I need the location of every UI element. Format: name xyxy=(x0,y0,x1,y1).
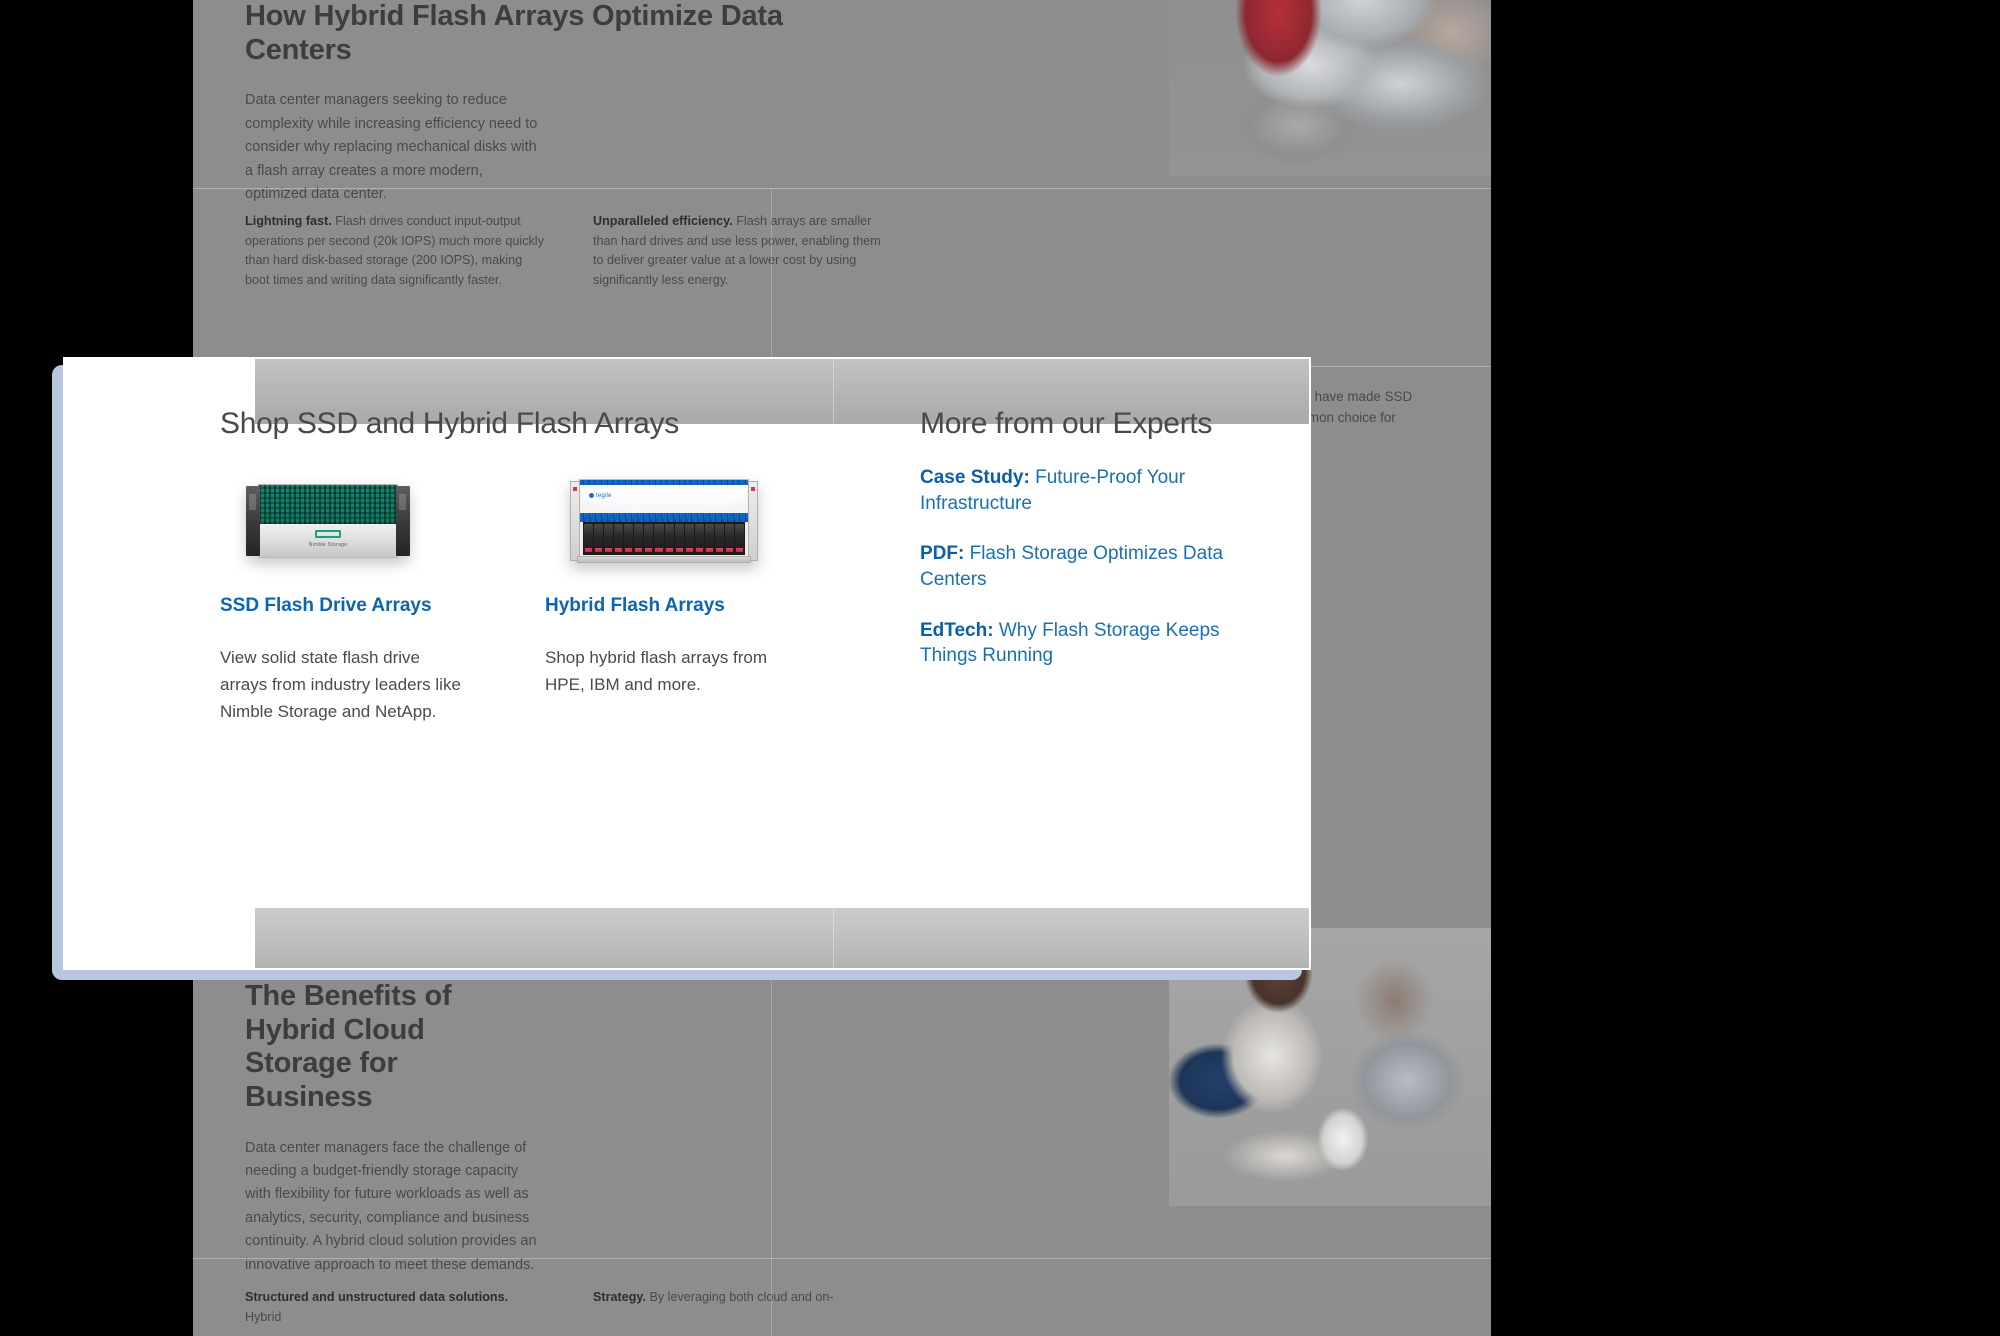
drive-bay xyxy=(584,524,594,553)
expert-link-pdf[interactable]: PDF: Flash Storage Optimizes Data Center… xyxy=(920,541,1265,592)
background-article-title-bottom: The Benefits of Hybrid Cloud Storage for… xyxy=(245,980,452,1113)
background-article-title-top: How Hybrid Flash Arrays Optimize Data Ce… xyxy=(245,0,783,66)
background-feature-columns-bottom: Structured and unstructured data solutio… xyxy=(245,1288,893,1327)
background-article-hero-bottom: The Benefits of Hybrid Cloud Storage for… xyxy=(193,980,913,1277)
drive-bay xyxy=(684,524,694,553)
status-led-icon xyxy=(573,487,577,491)
background-feature-col: Strategy. By leveraging both cloud and o… xyxy=(593,1288,893,1327)
screenshot-stage: How Hybrid Flash Arrays Optimize Data Ce… xyxy=(0,0,2000,1336)
drive-bay xyxy=(634,524,644,553)
drive-bay xyxy=(624,524,634,553)
people-with-laptops-photo xyxy=(1169,0,1491,176)
drive-bay xyxy=(704,524,714,553)
experts-section-heading: More from our Experts xyxy=(920,407,1213,440)
background-article-lede-bottom: Data center managers face the challenge … xyxy=(245,1139,537,1273)
background-feature-body: By leveraging both cloud and on- xyxy=(645,1290,834,1304)
product-image-wrap: Nimble Storage xyxy=(220,462,545,580)
chassis-mid-vent xyxy=(580,513,748,522)
background-feature-columns-top: Lightning fast. Flash drives conduct inp… xyxy=(245,212,893,291)
chassis-lower-face xyxy=(259,524,397,557)
status-led-icon xyxy=(751,487,755,491)
product-description-ssd: View solid state flash drive arrays from… xyxy=(220,647,461,722)
product-row: Nimble Storage SSD Flash Drive Arrays Vi… xyxy=(220,462,870,725)
device-brand-label: Nimble Storage xyxy=(308,542,348,548)
background-feature-col: Lightning fast. Flash drives conduct inp… xyxy=(245,212,545,291)
chassis-vent-grille xyxy=(259,485,397,524)
product-link-ssd-flash-drive-arrays[interactable]: SSD Flash Drive Arrays xyxy=(220,594,545,618)
background-divider-bottom xyxy=(193,1258,1491,1259)
hpe-badge-icon xyxy=(315,530,341,538)
drive-bay xyxy=(694,524,704,553)
drive-bay xyxy=(734,524,744,553)
background-article-lede-top: Data center managers seeking to reduce c… xyxy=(245,92,538,203)
background-article-photo-top xyxy=(1169,0,1491,176)
background-feature-body: Hybrid xyxy=(245,1309,282,1324)
product-description-hybrid: Shop hybrid flash arrays from HPE, IBM a… xyxy=(545,647,768,694)
chassis-rail-right xyxy=(748,481,758,561)
product-card-hybrid-flash-arrays[interactable]: tegile Hybrid Flash Arrays Shop hybrid f… xyxy=(545,462,870,725)
modal-content: Shop SSD and Hybrid Flash Arrays Nimble … xyxy=(65,359,1309,968)
drive-bay-group xyxy=(583,522,745,555)
drive-bay xyxy=(594,524,604,553)
nimble-storage-ssd-flash-array-image: Nimble Storage xyxy=(244,484,412,558)
background-feature-col: Unparalleled efficiency. Flash arrays ar… xyxy=(593,212,893,291)
expert-link-tag: PDF: xyxy=(920,543,965,565)
background-divider-top xyxy=(193,188,1491,189)
device-brand-label: tegile xyxy=(589,493,612,499)
drive-bay xyxy=(664,524,674,553)
drive-bay xyxy=(614,524,624,553)
expert-link-tag: EdTech: xyxy=(920,619,994,641)
product-card-ssd-flash-drive-arrays[interactable]: Nimble Storage SSD Flash Drive Arrays Vi… xyxy=(220,462,545,725)
background-feature-lead: Lightning fast. xyxy=(245,214,332,228)
background-feature-lead: Structured and unstructured data solutio… xyxy=(245,1290,509,1304)
shop-flash-arrays-modal: Shop SSD and Hybrid Flash Arrays Nimble … xyxy=(63,357,1311,970)
expert-link-case-study[interactable]: Case Study: Future-Proof Your Infrastruc… xyxy=(920,465,1265,516)
shop-section: Shop SSD and Hybrid Flash Arrays Nimble … xyxy=(220,407,870,725)
expert-link-edtech[interactable]: EdTech: Why Flash Storage Keeps Things R… xyxy=(920,618,1265,669)
expert-link-text: Flash Storage Optimizes Data Centers xyxy=(920,543,1224,590)
tegile-hybrid-flash-array-image: tegile xyxy=(569,479,759,563)
expert-link-tag: Case Study: xyxy=(920,467,1030,488)
background-feature-lead: Strategy. xyxy=(593,1290,646,1304)
chassis-rail-left xyxy=(570,481,580,561)
background-feature-lead: Unparalleled efficiency. xyxy=(593,214,733,228)
drive-bay xyxy=(714,524,724,553)
drive-bay xyxy=(724,524,734,553)
product-image-wrap: tegile xyxy=(545,462,870,580)
chassis-base xyxy=(577,556,751,563)
product-link-hybrid-flash-arrays[interactable]: Hybrid Flash Arrays xyxy=(545,594,870,618)
drive-bay xyxy=(654,524,664,553)
drive-bay xyxy=(604,524,614,553)
chassis-ear-right xyxy=(396,486,410,556)
background-article-hero-top: How Hybrid Flash Arrays Optimize Data Ce… xyxy=(193,0,913,207)
drive-bay xyxy=(644,524,654,553)
experts-section: More from our Experts Case Study: Future… xyxy=(920,407,1280,669)
chassis-ear-left xyxy=(246,486,260,556)
background-feature-col: Structured and unstructured data solutio… xyxy=(245,1288,545,1327)
shop-section-heading: Shop SSD and Hybrid Flash Arrays xyxy=(220,407,679,440)
drive-bay xyxy=(674,524,684,553)
